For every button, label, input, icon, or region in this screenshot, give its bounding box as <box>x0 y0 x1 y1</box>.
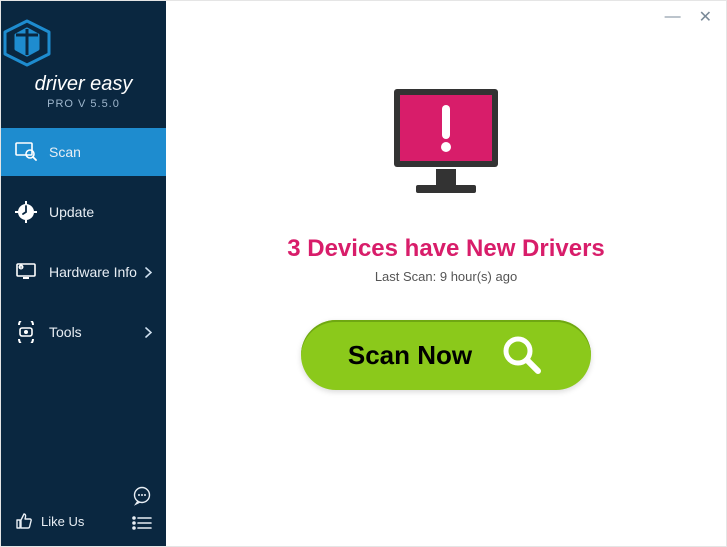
scan-now-label: Scan Now <box>348 340 472 371</box>
svg-text:i: i <box>20 265 21 270</box>
menu-list-icon[interactable] <box>132 516 152 530</box>
sidebar-nav: Scan Update <box>1 128 166 368</box>
sidebar-item-label: Scan <box>49 144 81 160</box>
update-gear-icon <box>15 201 37 223</box>
like-us-button[interactable]: Like Us <box>15 512 84 530</box>
sidebar-item-tools[interactable]: Tools <box>1 308 166 356</box>
sidebar: driver easy PRO V 5.5.0 Scan <box>1 1 166 546</box>
chevron-right-icon <box>145 267 152 278</box>
scan-monitor-icon <box>15 141 37 163</box>
sidebar-item-label: Hardware Info <box>49 264 137 280</box>
footer-icon-stack <box>132 486 152 530</box>
brand-logo-icon <box>1 19 166 67</box>
like-us-label: Like Us <box>41 514 84 529</box>
magnifier-icon <box>500 333 544 377</box>
thumbs-up-icon <box>15 512 33 530</box>
hardware-monitor-icon: i <box>15 261 37 283</box>
sidebar-item-label: Tools <box>49 324 82 340</box>
last-scan-text: Last Scan: 9 hour(s) ago <box>375 269 517 284</box>
alert-monitor-icon <box>376 83 516 213</box>
content-area: 3 Devices have New Drivers Last Scan: 9 … <box>166 33 726 390</box>
feedback-chat-icon[interactable] <box>132 486 152 506</box>
titlebar: — ✕ <box>166 1 726 33</box>
status-headline: 3 Devices have New Drivers <box>287 235 605 263</box>
main-panel: — ✕ 3 Devices have New Drivers Last Scan… <box>166 1 726 546</box>
chevron-right-icon <box>145 327 152 338</box>
sidebar-item-label: Update <box>49 204 94 220</box>
brand-name: driver easy <box>1 73 166 96</box>
sidebar-item-scan[interactable]: Scan <box>1 128 166 176</box>
app-window: driver easy PRO V 5.5.0 Scan <box>0 0 727 547</box>
scan-now-button[interactable]: Scan Now <box>301 320 591 390</box>
tools-icon <box>15 321 37 343</box>
sidebar-item-hardware-info[interactable]: i Hardware Info <box>1 248 166 296</box>
minimize-button[interactable]: — <box>665 8 681 26</box>
sidebar-item-update[interactable]: Update <box>1 188 166 236</box>
sidebar-footer: Like Us <box>1 476 166 546</box>
close-button[interactable]: ✕ <box>699 7 712 27</box>
brand-block: driver easy PRO V 5.5.0 <box>1 1 166 122</box>
brand-version: PRO V 5.5.0 <box>1 98 166 110</box>
